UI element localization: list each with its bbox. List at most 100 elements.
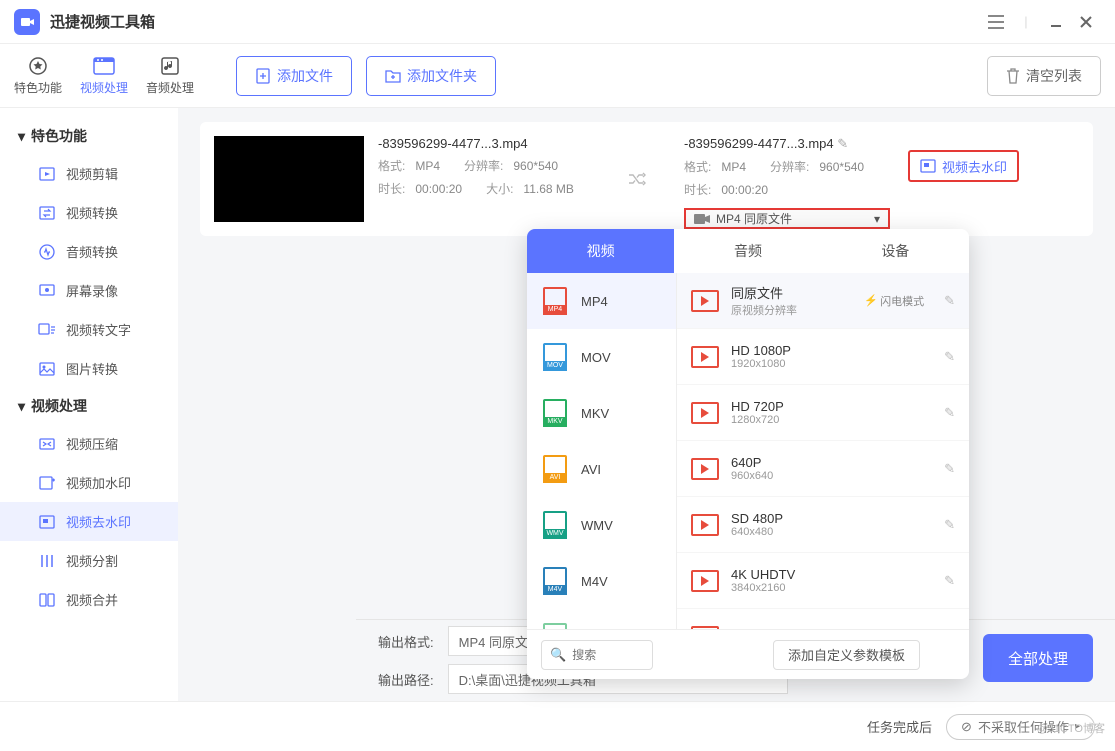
chevron-down-icon: ▾ [18, 398, 25, 415]
add-custom-template-button[interactable]: 添加自定义参数模板 [773, 640, 920, 670]
video-file-icon [691, 346, 719, 368]
output-path-label: 输出路径: [378, 670, 434, 689]
fmt-avi[interactable]: AVI [527, 441, 676, 497]
res-1080p[interactable]: HD 1080P1920x1080✎ [677, 329, 969, 385]
sidebar-section-video[interactable]: ▾视频处理 [0, 388, 178, 424]
sidebar-item-video-merge[interactable]: 视频合并 [0, 580, 178, 619]
flash-mode-badge: ⚡闪电模式 [864, 293, 924, 309]
edit-icon[interactable]: ✎ [944, 293, 955, 309]
sidebar: ▾特色功能 视频剪辑 视频转换 音频转换 屏幕录像 视频转文字 图片转换 ▾视频… [0, 108, 178, 701]
wm-icon [920, 159, 936, 173]
res-480p[interactable]: SD 480P640x480✎ [677, 497, 969, 553]
format-popup: 视频 音频 设备 MP4 MOV MKV AVI WMV M4V MPG 同原文… [527, 229, 969, 679]
cut-icon [38, 165, 56, 183]
edit-icon[interactable]: ✎ [944, 573, 955, 589]
statusbar: 任务完成后 ⊘不采取任何操作▸ [0, 701, 1115, 751]
res-720p[interactable]: HD 720P1280x720✎ [677, 385, 969, 441]
edit-icon[interactable]: ✎ [944, 405, 955, 421]
file-card: -839596299-4477...3.mp4 格式:MP4分辨率:960*54… [200, 122, 1093, 236]
tab-special[interactable]: 特色功能 [14, 55, 62, 96]
minimize-icon[interactable] [1041, 7, 1071, 37]
titlebar: 迅捷视频工具箱 | [0, 0, 1115, 44]
sidebar-item-image-convert[interactable]: 图片转换 [0, 349, 178, 388]
tab-video[interactable]: 视频处理 [80, 55, 128, 96]
edit-icon[interactable]: ✎ [944, 349, 955, 365]
fmt-mpg[interactable]: MPG [527, 609, 676, 629]
sidebar-item-video-compress[interactable]: 视频压缩 [0, 424, 178, 463]
video-file-icon [691, 570, 719, 592]
menu-icon[interactable] [981, 7, 1011, 37]
video-file-icon [691, 514, 719, 536]
shuffle-icon[interactable] [626, 169, 646, 189]
compress-icon [38, 435, 56, 453]
file-plus-icon [255, 68, 271, 84]
popup-tab-device[interactable]: 设备 [822, 229, 969, 273]
add-file-button[interactable]: 添加文件 [236, 56, 352, 96]
res-4k-uhd[interactable]: 4K UHDTV3840x2160✎ [677, 553, 969, 609]
sidebar-item-video-cut[interactable]: 视频剪辑 [0, 154, 178, 193]
res-640p[interactable]: 640P960x640✎ [677, 441, 969, 497]
mp4-icon [543, 287, 567, 315]
sidebar-item-video-split[interactable]: 视频分割 [0, 541, 178, 580]
mkv-icon [543, 399, 567, 427]
process-all-button[interactable]: 全部处理 [983, 634, 1093, 682]
video-thumbnail[interactable] [214, 136, 364, 222]
resolution-list: 同原文件原视频分辨率⚡闪电模式✎ HD 1080P1920x1080✎ HD 7… [677, 273, 969, 629]
sidebar-section-special[interactable]: ▾特色功能 [0, 118, 178, 154]
res-4k-full[interactable]: 4K Full Aperture✎ [677, 609, 969, 629]
sidebar-item-remove-watermark[interactable]: 视频去水印 [0, 502, 178, 541]
video-file-icon [691, 458, 719, 480]
ban-icon: ⊘ [961, 719, 972, 735]
search-input[interactable] [572, 648, 642, 662]
edit-icon[interactable]: ✎ [944, 461, 955, 477]
file-name: -839596299-4477...3.mp4 [378, 136, 598, 151]
fmt-mov[interactable]: MOV [527, 329, 676, 385]
v2text-icon [38, 321, 56, 339]
convert-icon [38, 204, 56, 222]
sidebar-item-video-to-text[interactable]: 视频转文字 [0, 310, 178, 349]
search-box[interactable]: 🔍 [541, 640, 653, 670]
mov-icon [543, 343, 567, 371]
star-icon [27, 55, 49, 77]
popup-tab-video[interactable]: 视频 [527, 229, 674, 273]
fmt-mkv[interactable]: MKV [527, 385, 676, 441]
fmt-wmv[interactable]: WMV [527, 497, 676, 553]
remove-watermark-button[interactable]: 视频去水印 [908, 150, 1019, 182]
sidebar-item-video-convert[interactable]: 视频转换 [0, 193, 178, 232]
camera-icon [694, 213, 710, 225]
sidebar-item-add-watermark[interactable]: 视频加水印 [0, 463, 178, 502]
close-icon[interactable] [1071, 7, 1101, 37]
chevron-down-icon: ▾ [18, 128, 25, 145]
fmt-mp4[interactable]: MP4 [527, 273, 676, 329]
format-list: MP4 MOV MKV AVI WMV M4V MPG [527, 273, 677, 629]
video-icon [93, 55, 115, 77]
audio-icon [159, 55, 181, 77]
edit-icon[interactable]: ✎ [944, 517, 955, 533]
m4v-icon [543, 567, 567, 595]
output-format-label: 输出格式: [378, 632, 434, 651]
trash-icon [1006, 68, 1020, 84]
record-icon [38, 282, 56, 300]
caret-down-icon: ▾ [874, 212, 880, 226]
format-dropdown[interactable]: MP4 同原文件▾ [684, 208, 890, 229]
wmv-icon [543, 511, 567, 539]
res-original[interactable]: 同原文件原视频分辨率⚡闪电模式✎ [677, 273, 969, 329]
app-logo [14, 9, 40, 35]
folder-plus-icon [385, 68, 401, 84]
output-file-name: -839596299-4477...3.mp4 ✎ [684, 136, 894, 152]
sidebar-item-audio-convert[interactable]: 音频转换 [0, 232, 178, 271]
popup-tab-audio[interactable]: 音频 [674, 229, 821, 273]
toolbar: 特色功能 视频处理 音频处理 添加文件 添加文件夹 清空列表 [0, 44, 1115, 108]
clear-list-button[interactable]: 清空列表 [987, 56, 1101, 96]
add-folder-button[interactable]: 添加文件夹 [366, 56, 496, 96]
split-icon [38, 552, 56, 570]
edit-name-icon[interactable]: ✎ [837, 136, 848, 151]
search-icon: 🔍 [550, 647, 566, 663]
wm-remove-icon [38, 513, 56, 531]
avi-icon [543, 455, 567, 483]
tab-audio[interactable]: 音频处理 [146, 55, 194, 96]
video-file-icon [691, 290, 719, 312]
fmt-m4v[interactable]: M4V [527, 553, 676, 609]
video-file-icon [691, 402, 719, 424]
sidebar-item-screen-record[interactable]: 屏幕录像 [0, 271, 178, 310]
